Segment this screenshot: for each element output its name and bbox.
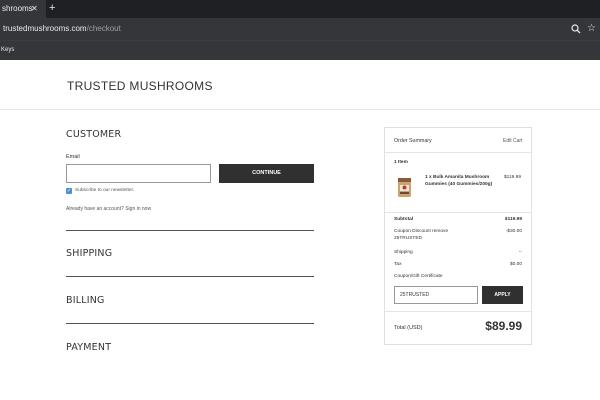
- billing-section-title: BILLING: [66, 295, 105, 306]
- email-label: Email: [66, 154, 80, 160]
- summary-divider: [385, 212, 531, 213]
- edit-cart-link[interactable]: Edit Cart: [503, 138, 522, 144]
- coupon-discount-value: -$30.00: [505, 229, 522, 234]
- gift-certificate-label: Coupon/Gift Certificate: [394, 274, 443, 279]
- payment-section-title: PAYMENT: [66, 342, 112, 353]
- apply-coupon-button[interactable]: APPLY: [482, 286, 523, 304]
- order-summary: Order Summary Edit Cart 1 Item 1 x Bulk …: [384, 127, 532, 345]
- zoom-icon[interactable]: [571, 23, 581, 35]
- star-icon[interactable]: ☆: [587, 22, 599, 36]
- address-bar[interactable]: trustedmushrooms.com/checkout ☆: [0, 18, 600, 40]
- url-domain: trustedmushrooms.com: [3, 24, 87, 33]
- tax-value: $0.00: [509, 262, 522, 267]
- shipping-label: Shipping: [394, 250, 413, 255]
- signin-prompt: Already have an account? Sign in now: [66, 206, 151, 212]
- product-image: [398, 178, 411, 197]
- shipping-value: --: [518, 250, 522, 255]
- continue-button[interactable]: CONTINUE: [219, 164, 314, 183]
- product-name: 1 x Bulk Amanita Mushroom Gummies (40 Gu…: [425, 175, 493, 187]
- section-divider: [66, 323, 314, 324]
- section-divider: [66, 276, 314, 277]
- url-text[interactable]: trustedmushrooms.com/checkout: [3, 18, 121, 40]
- signin-link[interactable]: Sign in now: [125, 206, 151, 212]
- bookmark-keys[interactable]: Keys: [1, 41, 14, 59]
- subtotal-value: $119.99: [504, 217, 522, 222]
- summary-divider: [385, 152, 531, 153]
- brand-logo[interactable]: TRUSTED MUSHROOMS: [67, 79, 213, 93]
- customer-section-title: CUSTOMER: [66, 129, 122, 140]
- shipping-section-title: SHIPPING: [66, 248, 113, 259]
- newsletter-checkbox[interactable]: ✓: [66, 188, 72, 194]
- tax-label: Tax: [394, 262, 402, 267]
- bookmarks-bar: Keys: [0, 40, 600, 60]
- close-icon[interactable]: ✕: [31, 0, 38, 18]
- newsletter-label: Subscribe to our newsletter.: [75, 188, 135, 193]
- tab-title: shrooms: [2, 4, 33, 13]
- summary-divider: [385, 311, 531, 312]
- url-path: /checkout: [86, 24, 121, 33]
- total-value: $89.99: [485, 319, 522, 333]
- coupon-code-input[interactable]: [394, 286, 478, 304]
- subtotal-label: Subtotal: [394, 217, 414, 222]
- browser-tab[interactable]: shrooms: [0, 0, 46, 18]
- signin-text: Already have an account?: [66, 206, 124, 212]
- email-field[interactable]: [66, 164, 211, 183]
- summary-title: Order Summary: [394, 138, 432, 144]
- site-header: TRUSTED MUSHROOMS: [0, 60, 600, 110]
- product-price: $119.99: [504, 175, 521, 180]
- total-label: Total (USD): [394, 325, 423, 331]
- tab-bar: shrooms ✕ +: [0, 0, 600, 18]
- new-tab-button[interactable]: +: [49, 0, 59, 18]
- section-divider: [66, 230, 314, 231]
- item-count: 1 Item: [394, 160, 408, 165]
- coupon-discount-label: Coupon Discount remove 25TRUSTED: [394, 229, 449, 241]
